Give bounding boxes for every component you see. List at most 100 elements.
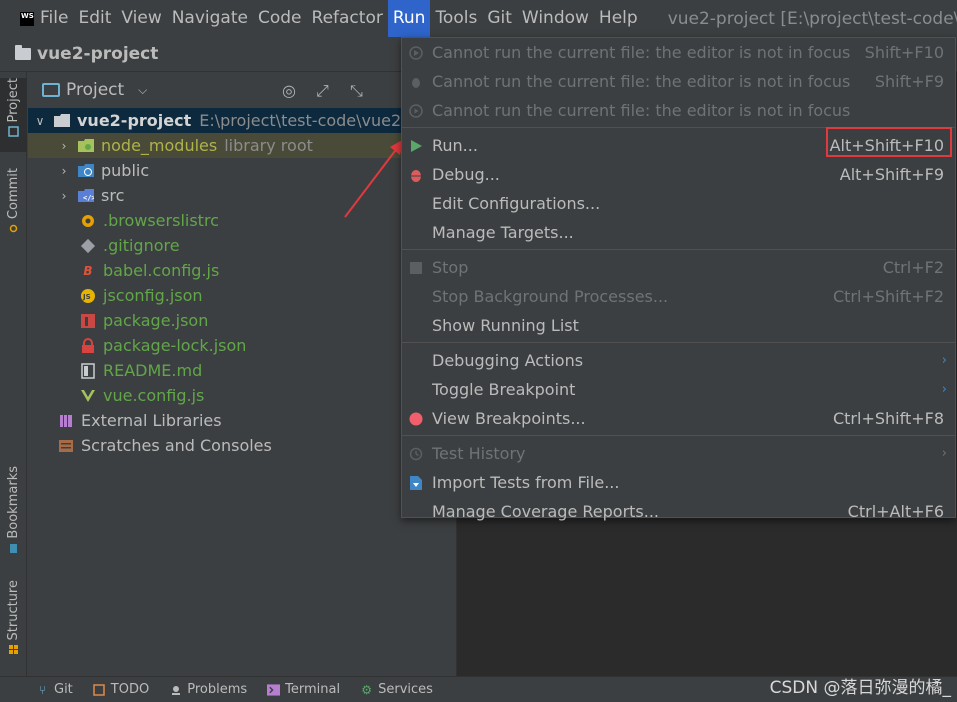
menu-item-test-history: Test History › (402, 439, 955, 468)
menu-view[interactable]: View (116, 0, 166, 37)
shortcut-highlight-box (826, 127, 952, 157)
expand-arrow-icon[interactable]: › (58, 164, 70, 178)
project-view-icon (42, 83, 60, 97)
menu-navigate[interactable]: Navigate (167, 0, 253, 37)
left-tool-strip: Project Commit Bookmarks Structure (0, 72, 27, 676)
tab-commit[interactable]: Commit (0, 168, 27, 242)
tree-row-jsconfig[interactable]: JS jsconfig.json (28, 283, 456, 308)
watermark: CSDN @落日弥漫的橘_ (769, 678, 951, 698)
vue-icon (80, 388, 96, 404)
status-problems[interactable]: Problems (169, 682, 247, 697)
libraries-icon (58, 413, 74, 429)
menu-item-view-breakpoints[interactable]: View Breakpoints... Ctrl+Shift+F8 (402, 404, 955, 433)
babel-icon: B (83, 263, 93, 278)
stop-icon (408, 260, 424, 276)
import-icon (408, 475, 424, 491)
menu-item-manage-coverage[interactable]: Manage Coverage Reports... Ctrl+Alt+F6 (402, 497, 955, 526)
tree-row-readme[interactable]: README.md (28, 358, 456, 383)
source-folder-icon: </> (78, 188, 94, 204)
folder-icon (15, 45, 31, 60)
lock-icon (80, 337, 96, 354)
npm-icon (80, 313, 96, 329)
locate-icon[interactable]: ◎ (282, 81, 296, 100)
config-file-icon (80, 213, 96, 229)
tree-row-root[interactable]: ∨ vue2-project E:\project\test-code\vue2… (28, 108, 456, 133)
tab-structure[interactable]: Structure (0, 580, 27, 672)
submenu-arrow-icon: › (941, 353, 947, 368)
status-git[interactable]: ⑂ Git (36, 682, 73, 697)
terminal-icon (267, 683, 281, 696)
bookmarks-icon (10, 543, 17, 553)
problems-icon (169, 683, 182, 696)
window-title: vue2-project [E:\project\test-code\ (667, 8, 957, 29)
svg-text:JS: JS (82, 293, 91, 301)
todo-icon (93, 683, 106, 696)
coverage-file-icon (408, 103, 424, 119)
breadcrumb-project[interactable]: vue2-project (37, 44, 158, 64)
project-view-selector[interactable]: Project (66, 80, 124, 100)
submenu-arrow-icon: › (941, 446, 947, 461)
tree-row-babel-config[interactable]: B babel.config.js (28, 258, 456, 283)
expand-arrow-icon[interactable]: ∨ (34, 114, 46, 128)
structure-icon (9, 645, 18, 655)
scratches-icon (58, 438, 74, 454)
git-branch-icon: ⑂ (38, 682, 47, 697)
expand-all-icon[interactable]: ⤢ (316, 81, 329, 101)
menu-item-edit-configurations[interactable]: Edit Configurations... (402, 189, 955, 218)
menu-item-toggle-breakpoint[interactable]: Toggle Breakpoint › (402, 375, 955, 404)
tree-row-gitignore[interactable]: .gitignore (28, 233, 456, 258)
json-file-icon: JS (80, 288, 96, 304)
library-folder-icon (78, 138, 94, 154)
debug-file-icon (408, 74, 424, 90)
status-services[interactable]: ⚙ Services (360, 682, 433, 697)
run-file-icon (408, 45, 424, 61)
svg-text:</>: </> (83, 194, 94, 202)
tab-bookmarks[interactable]: Bookmarks (0, 466, 27, 558)
collapse-all-icon[interactable]: ⤡ (350, 81, 363, 101)
chevron-down-icon[interactable]: ⌵ (138, 83, 147, 98)
menu-item-debug[interactable]: Debug... Alt+Shift+F9 (402, 160, 955, 189)
menu-help[interactable]: Help (594, 0, 643, 37)
expand-arrow-icon[interactable]: › (58, 189, 70, 203)
menu-file[interactable]: File (35, 0, 73, 37)
menu-item-debugging-actions[interactable]: Debugging Actions › (402, 346, 955, 375)
expand-arrow-icon[interactable]: › (58, 139, 70, 153)
status-todo[interactable]: TODO (93, 682, 149, 697)
menu-item-run-current-file: Cannot run the current file: the editor … (402, 38, 955, 67)
submenu-arrow-icon: › (941, 382, 947, 397)
tree-row-package-lock[interactable]: package-lock.json (28, 333, 456, 358)
menu-refactor[interactable]: Refactor (307, 0, 388, 37)
menu-item-show-running-list[interactable]: Show Running List (402, 311, 955, 340)
run-icon (408, 138, 424, 154)
menu-item-debug-current-file: Cannot run the current file: the editor … (402, 67, 955, 96)
services-icon: ⚙ (361, 682, 372, 697)
menu-item-import-tests[interactable]: Import Tests from File... (402, 468, 955, 497)
menu-bar: WS File Edit View Navigate Code Refactor… (0, 0, 957, 37)
menu-git[interactable]: Git (482, 0, 517, 37)
tree-row-external-libraries[interactable]: External Libraries (28, 408, 456, 433)
project-panel-header: Project ⌵ ◎ ⤢ ⤡ (28, 72, 456, 108)
annotation-arrow-icon (344, 139, 404, 218)
menu-run[interactable]: Run (387, 0, 431, 37)
project-tab-icon (8, 126, 19, 138)
tree-row-package-json[interactable]: package.json (28, 308, 456, 333)
menu-window[interactable]: Window (517, 0, 594, 37)
menu-code[interactable]: Code (253, 0, 307, 37)
status-terminal[interactable]: Terminal (267, 682, 340, 697)
menu-item-stop-background: Stop Background Processes... Ctrl+Shift+… (432, 287, 944, 306)
menu-item-stop: Stop Ctrl+F2 (402, 253, 955, 282)
menu-tools[interactable]: Tools (430, 0, 482, 37)
menu-item-manage-targets[interactable]: Manage Targets... (402, 218, 955, 247)
commit-icon (9, 224, 18, 233)
menu-item-coverage-current-file: Cannot run the current file: the editor … (402, 96, 955, 125)
menu-edit[interactable]: Edit (73, 0, 116, 37)
tree-row-scratches[interactable]: Scratches and Consoles (28, 433, 456, 458)
markdown-file-icon (80, 362, 96, 379)
git-file-icon (80, 238, 96, 254)
history-icon (408, 446, 424, 462)
breakpoint-icon (408, 411, 424, 427)
folder-icon (54, 113, 70, 129)
tab-project[interactable]: Project (0, 78, 27, 152)
ide-window: WS File Edit View Navigate Code Refactor… (0, 0, 957, 702)
tree-row-vue-config[interactable]: vue.config.js (28, 383, 456, 408)
